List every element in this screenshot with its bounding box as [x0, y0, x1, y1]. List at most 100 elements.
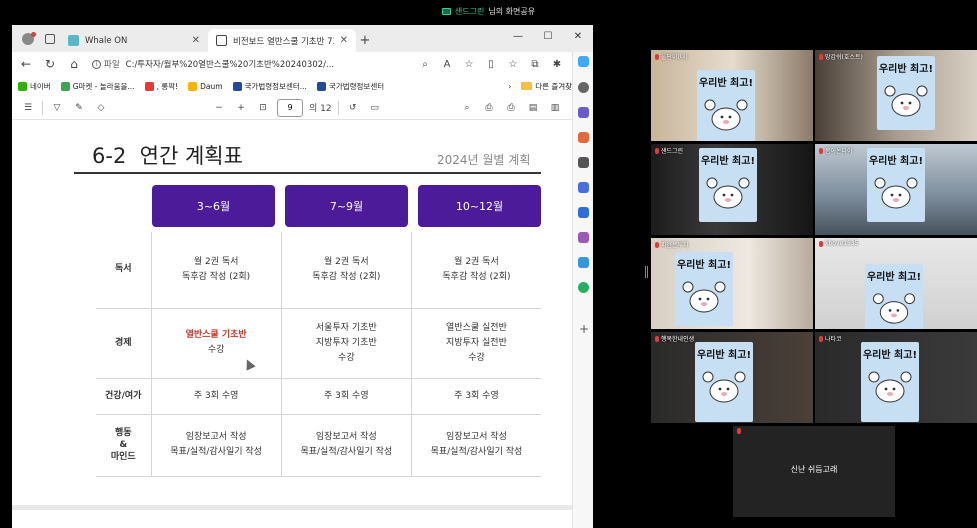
pdf-viewer[interactable]: 6-2 연간 계획표 2024년 월별 계획 3~6월 7~9월 10~12월 …	[12, 120, 593, 528]
sticker: 우리반 최고!	[867, 148, 925, 222]
zoom-icon[interactable]: ⌕	[415, 54, 435, 74]
tab-whale-on[interactable]: Whale ON ✕	[60, 29, 208, 52]
capture-icon[interactable]: ⧉	[525, 54, 545, 74]
share-suffix: 님의 화면공유	[488, 7, 536, 16]
highlight-icon[interactable]: ▽	[49, 100, 65, 116]
mic-off-icon	[819, 147, 823, 154]
tab-actions-button[interactable]	[40, 29, 60, 49]
zoom-out-icon[interactable]: −	[211, 100, 227, 116]
participant-name: 나타코	[819, 334, 842, 343]
save-as-icon[interactable]: ▥	[547, 100, 563, 116]
bookmark-item[interactable]: G마켓 - 놀라움을...	[60, 81, 135, 92]
tab-pdf[interactable]: 비전보드 열반스쿨 기초반 73기 ... ✕	[208, 29, 356, 52]
print-alt-icon[interactable]: ⎙	[503, 100, 519, 116]
table-cell: 서울투자 기초반 지방투자 기초반 수강	[280, 307, 412, 379]
paint-icon[interactable]	[578, 232, 589, 243]
app-icon[interactable]	[578, 182, 589, 193]
draw-icon[interactable]: ✎	[71, 100, 87, 116]
participant-tile[interactable]: 우리반 최고! 봄이온다아	[815, 144, 977, 235]
whale-icon	[68, 35, 79, 46]
close-icon[interactable]: ✕	[192, 35, 200, 46]
participant-name: 망감쉬(호스트)	[819, 52, 863, 61]
home-icon[interactable]: ⌂	[64, 54, 84, 74]
bookmark-folder[interactable]: 다른 즐겨찾기	[521, 81, 579, 92]
naver-icon	[18, 81, 27, 91]
file-label: i 파일	[92, 58, 120, 70]
pdf-page: 6-2 연간 계획표 2024년 월별 계획 3~6월 7~9월 10~12월 …	[12, 120, 572, 505]
participant-tile[interactable]: 신난 쉬듬고래	[733, 426, 895, 517]
rotate-icon[interactable]: ↺	[345, 100, 361, 116]
maximize-icon[interactable]: ☐	[533, 25, 563, 47]
bookmark-item[interactable]: Daum	[188, 81, 223, 91]
bookmark-icon	[144, 81, 154, 91]
fit-page-icon[interactable]: ⊡	[255, 100, 271, 116]
add-icon[interactable]: +	[579, 322, 589, 336]
split-view-icon[interactable]: ▯	[481, 54, 501, 74]
search-icon[interactable]: ⌕	[459, 100, 475, 116]
browser-window: Whale ON ✕ 비전보드 열반스쿨 기초반 73기 ... ✕ + — ☐…	[12, 25, 593, 528]
contents-icon[interactable]: ☰	[20, 100, 36, 116]
participant-tile[interactable]: 우리반 최고! 울단이(나)	[651, 50, 813, 141]
url-field[interactable]: i 파일 C:/투자자/월부%20열반스쿨%20기초반%20240302/...	[88, 54, 411, 74]
zoom-in-icon[interactable]: +	[233, 100, 249, 116]
profile-button[interactable]	[18, 29, 38, 49]
row-label: 독서	[96, 232, 152, 309]
favorites-icon[interactable]: ☆	[503, 54, 523, 74]
table-cell: 임장보고서 작성 목표/실적/감사일기 작성	[150, 413, 282, 477]
back-icon[interactable]: ←	[16, 54, 36, 74]
print-icon[interactable]: ⎙	[481, 100, 497, 116]
erase-icon[interactable]: ◇	[93, 100, 109, 116]
participant-name: 울단이(나)	[655, 52, 688, 61]
page-number-input[interactable]	[277, 98, 303, 117]
page-view-icon[interactable]: ▭	[367, 100, 383, 116]
save-icon[interactable]: ▤	[525, 100, 541, 116]
table-row: 행동 & 마인드 임장보고서 작성 목표/실적/감사일기 작성 임장보고서 작성…	[96, 413, 541, 477]
period-header: 7~9월	[285, 185, 408, 227]
bookmark-item[interactable]: 국가법령정보센터...	[232, 81, 307, 92]
participant-tile[interactable]: 우리반 최고! 행복한내인생	[651, 332, 813, 423]
table-cell: 월 2권 독서 독후감 작성 (2회)	[280, 232, 412, 309]
participant-tile[interactable]: 우리반 최고! kbove1535	[815, 238, 977, 329]
chevron-right-icon[interactable]: ›	[508, 82, 511, 91]
new-tab-button[interactable]: +	[356, 29, 374, 52]
close-icon[interactable]: ✕	[340, 35, 348, 46]
close-window-icon[interactable]: ✕	[563, 25, 593, 47]
participant-name: 봄이온다아	[819, 146, 853, 155]
table-row: 독서 월 2권 독서 독후감 작성 (2회) 월 2권 독서 독후감 작성 (2…	[96, 232, 541, 309]
outlook-icon[interactable]	[578, 207, 589, 218]
folder-icon	[521, 82, 533, 90]
sticker: 우리반 최고!	[877, 56, 935, 130]
table-cell: 주 3회 수영	[280, 377, 412, 415]
minimize-icon[interactable]: —	[503, 25, 533, 47]
bookmark-item[interactable]: 국가법령정보센터	[316, 81, 384, 92]
extension-icon[interactable]: ✱	[547, 54, 567, 74]
briefcase-icon[interactable]	[578, 132, 589, 143]
page-subtitle: 2024년 월별 계획	[437, 153, 531, 167]
star-icon[interactable]: ☆	[459, 54, 479, 74]
user-icon[interactable]	[578, 157, 589, 168]
row-label: 행동 & 마인드	[96, 413, 152, 477]
participant-tile[interactable]: 우리반 최고! 파윤은투자	[651, 238, 813, 329]
mic-off-icon	[819, 240, 823, 247]
sticker: 우리반 최고!	[865, 264, 923, 329]
bookmark-item[interactable]: 네이버	[18, 81, 51, 92]
window-controls: — ☐ ✕	[503, 25, 593, 47]
address-tools: ⌕ A ☆ ▯ ☆ ⧉ ✱ ⋯	[415, 54, 589, 74]
tag-icon[interactable]	[578, 107, 589, 118]
participant-tile-active-speaker[interactable]: 우리반 최고! 샌드그린	[651, 144, 813, 235]
law-icon	[316, 81, 326, 91]
cloud-icon[interactable]	[578, 257, 589, 268]
whale-sidebar: +	[572, 52, 593, 528]
tree-icon[interactable]	[578, 282, 589, 293]
participant-name: 행복한내인생	[655, 334, 694, 343]
cat-illustration-icon	[682, 281, 726, 313]
table-cell: 열반스쿨 기초반 수강	[150, 307, 282, 379]
bookmark-item[interactable]: , 롱팍!	[144, 81, 178, 92]
translate-icon[interactable]: A	[437, 54, 457, 74]
reload-icon[interactable]: ↻	[40, 54, 60, 74]
split-handle[interactable]	[645, 266, 648, 278]
participant-tile[interactable]: 우리반 최고! 나타코	[815, 332, 977, 423]
whale-ai-icon[interactable]	[578, 56, 589, 67]
search-icon[interactable]	[578, 82, 589, 93]
participant-tile[interactable]: 우리반 최고! 망감쉬(호스트)	[815, 50, 977, 141]
